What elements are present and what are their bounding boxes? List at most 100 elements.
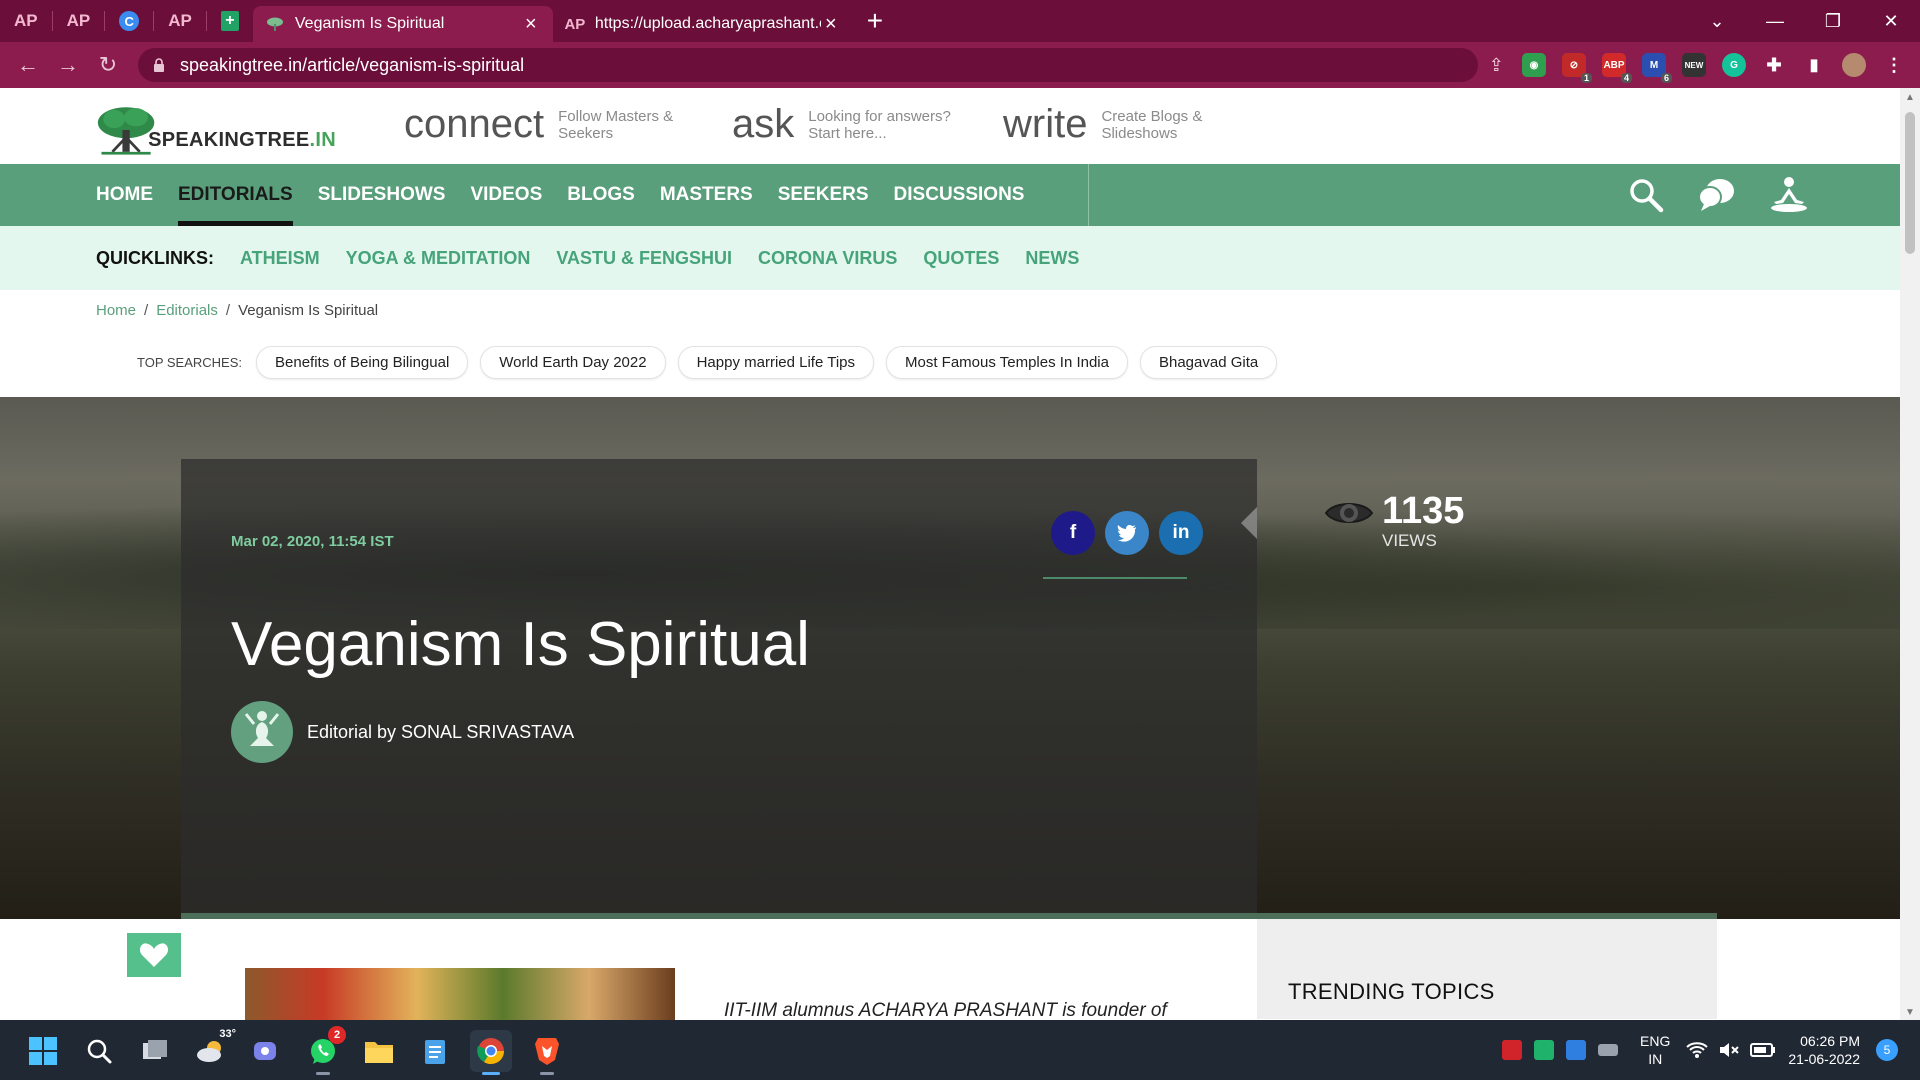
search-chip[interactable]: Most Famous Temples In India [886, 346, 1128, 379]
search-chip[interactable]: Happy married Life Tips [677, 346, 874, 379]
window-controls: ⌄ — ❐ ✕ [1688, 0, 1920, 42]
browser-menu-icon[interactable]: ⋮ [1882, 53, 1906, 77]
twitter-share-icon[interactable] [1105, 511, 1149, 555]
nav-icon-group [1628, 164, 1810, 226]
close-tab-icon[interactable]: × [521, 13, 541, 36]
nav-editorials[interactable]: EDITORIALS [178, 164, 293, 226]
quicklink-quotes[interactable]: QUOTES [923, 248, 999, 269]
logo-suffix: .IN [309, 129, 336, 151]
quicklink-yoga-meditation[interactable]: YOGA & MEDITATION [346, 248, 531, 269]
search-chip[interactable]: Benefits of Being Bilingual [256, 346, 469, 379]
restore-button[interactable]: ❐ [1804, 11, 1862, 32]
write-block[interactable]: write Create Blogs & Slideshows [1003, 102, 1202, 147]
scroll-thumb[interactable] [1905, 112, 1915, 254]
author-avatar[interactable] [231, 701, 293, 763]
notification-center-badge[interactable]: 5 [1876, 1039, 1898, 1061]
whatsapp-button[interactable]: 2 [302, 1026, 346, 1075]
nav-blogs[interactable]: BLOGS [567, 164, 635, 226]
forward-button[interactable]: → [48, 52, 88, 78]
chrome-button[interactable] [470, 1030, 512, 1075]
search-chip[interactable]: Bhagavad Gita [1139, 346, 1278, 379]
tab-upload-acharyaprashant[interactable]: AP https://upload.acharyaprashant.o × [553, 6, 853, 42]
breadcrumb-editorials[interactable]: Editorials [156, 302, 218, 319]
scroll-down-arrow-icon[interactable]: ▼ [1905, 1007, 1915, 1018]
close-window-button[interactable]: ✕ [1862, 11, 1920, 32]
breadcrumb-home[interactable]: Home [96, 302, 136, 319]
trending-topics-panel: TRENDING TOPICS [1257, 919, 1717, 1019]
write-subtitle: Create Blogs & Slideshows [1101, 108, 1202, 142]
trending-topics-title: TRENDING TOPICS [1288, 979, 1495, 1004]
linkedin-share-icon[interactable]: in [1159, 511, 1203, 555]
language-indicator[interactable]: ENG IN [1640, 1032, 1670, 1068]
tab-veganism-is-spiritual[interactable]: Veganism Is Spiritual × [252, 6, 553, 42]
new-tab-button[interactable]: + [853, 5, 897, 37]
tray-app-icon[interactable] [1534, 1040, 1555, 1060]
scroll-up-arrow-icon[interactable]: ▲ [1905, 92, 1915, 103]
task-view-button[interactable] [134, 1030, 176, 1072]
extension-globe-icon[interactable]: ◉ [1522, 53, 1546, 77]
address-bar[interactable]: speakingtree.in/article/veganism-is-spir… [138, 48, 1478, 82]
quicklink-corona-virus[interactable]: CORONA VIRUS [758, 248, 897, 269]
tray-acrobat-icon[interactable] [1502, 1040, 1523, 1060]
side-panel-icon[interactable]: ▮ [1802, 53, 1826, 77]
share-buttons: f in [1051, 511, 1203, 555]
file-explorer-button[interactable] [358, 1030, 400, 1072]
subtitle-line: Seekers [558, 124, 614, 142]
pinned-tab-sheets[interactable]: + [207, 0, 253, 42]
nav-masters[interactable]: MASTERS [660, 164, 753, 226]
weather-widget[interactable]: 33° [190, 1028, 236, 1072]
speakingtree-logo[interactable]: SPEAKINGTREE.IN [96, 98, 336, 158]
minimize-button[interactable]: — [1746, 11, 1804, 32]
running-indicator [316, 1072, 330, 1075]
keyboard-icon[interactable] [1598, 1044, 1619, 1056]
search-chip[interactable]: World Earth Day 2022 [480, 346, 666, 379]
search-icon[interactable] [1628, 177, 1664, 213]
profile-avatar[interactable] [1842, 53, 1866, 77]
meditation-icon[interactable] [1768, 176, 1810, 214]
extension-block-icon[interactable]: ⊘ 1 [1562, 53, 1592, 83]
share-icon[interactable]: ⇪ [1489, 55, 1504, 76]
extension-abp-icon[interactable]: ABP 4 [1602, 53, 1632, 83]
extension-badge: 6 [1660, 73, 1672, 83]
pinned-tab-ap-1[interactable]: AP [0, 0, 52, 42]
system-clock[interactable]: 06:26 PM 21-06-2022 [1788, 1032, 1860, 1068]
pinned-tab-label: AP [14, 11, 38, 30]
teams-chat-button[interactable] [246, 1030, 288, 1072]
extensions-puzzle-icon[interactable]: ✚ [1762, 53, 1786, 77]
nav-slideshows[interactable]: SLIDESHOWS [318, 164, 446, 226]
pinned-tab-c[interactable]: C [105, 0, 153, 42]
back-button[interactable]: ← [8, 52, 48, 78]
battery-icon[interactable] [1750, 1042, 1776, 1058]
like-button[interactable] [127, 933, 181, 977]
tab-search-chevron-icon[interactable]: ⌄ [1688, 11, 1746, 32]
reload-button[interactable]: ↻ [88, 52, 128, 78]
quicklink-vastu-fengshui[interactable]: VASTU & FENGSHUI [556, 248, 732, 269]
ask-block[interactable]: ask Looking for answers? Start here... [732, 102, 951, 147]
notepad-button[interactable] [414, 1030, 456, 1072]
quicklink-atheism[interactable]: ATHEISM [240, 248, 320, 269]
nav-home[interactable]: HOME [96, 164, 153, 226]
facebook-share-icon[interactable]: f [1051, 511, 1095, 555]
pinned-tab-ap-2[interactable]: AP [53, 0, 105, 42]
brave-button[interactable] [526, 1030, 568, 1075]
page-scrollbar[interactable]: ▲ ▼ [1900, 88, 1920, 1020]
wifi-icon[interactable] [1686, 1041, 1709, 1059]
nav-discussions[interactable]: DISCUSSIONS [894, 164, 1025, 226]
author-byline[interactable]: Editorial by SONAL SRIVASTAVA [307, 722, 574, 743]
connect-word: connect [404, 102, 545, 146]
volume-muted-icon[interactable] [1718, 1041, 1740, 1059]
taskbar-search-button[interactable] [78, 1030, 120, 1072]
start-button[interactable] [22, 1030, 64, 1072]
close-tab-icon[interactable]: × [821, 13, 841, 36]
nav-seekers[interactable]: SEEKERS [778, 164, 869, 226]
extension-m-icon[interactable]: M6 [1642, 53, 1672, 83]
subtitle-line: Create Blogs & [1101, 107, 1203, 125]
tray-defender-icon[interactable] [1566, 1040, 1587, 1060]
pinned-tab-ap-3[interactable]: AP [154, 0, 206, 42]
grammarly-icon[interactable]: G [1722, 53, 1746, 77]
quicklink-news[interactable]: NEWS [1025, 248, 1079, 269]
chat-bubbles-icon[interactable] [1696, 177, 1736, 213]
nav-videos[interactable]: VIDEOS [470, 164, 542, 226]
extension-new-icon[interactable]: NEW [1682, 53, 1706, 77]
connect-block[interactable]: connect Follow Masters & Seekers [404, 102, 673, 147]
